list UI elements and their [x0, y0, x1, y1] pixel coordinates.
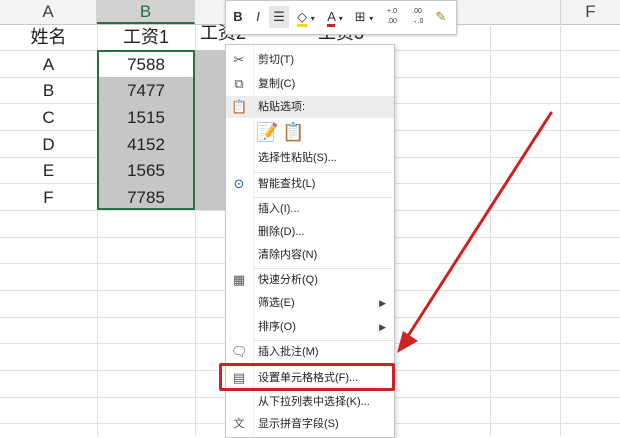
menu-item-paste-special[interactable]: 选择性粘贴(S)... [226, 147, 394, 169]
fill-color-icon: ◇ [297, 9, 308, 27]
menu-item-label: 从下拉列表中选择(K)... [258, 396, 370, 408]
menu-item-label: 复制(C) [258, 78, 296, 90]
menu-item-label: 插入批注(M) [258, 346, 319, 358]
comment-icon: 🗨 [231, 344, 248, 359]
borders-icon: ⊞ [354, 9, 366, 24]
chevron-down-icon: ▾ [369, 14, 374, 23]
header-cell-name[interactable]: 姓名 [0, 24, 97, 50]
menu-item-label: 删除(D)... [258, 226, 305, 238]
smart-lookup-icon: ⊙ [233, 176, 245, 191]
menu-item-insert-comment[interactable]: 🗨 插入批注(M) [226, 341, 394, 363]
menu-item-copy[interactable]: ⧉ 复制(C) [226, 73, 394, 95]
menu-item-quick-analysis[interactable]: ▦ 快速分析(Q) [226, 269, 394, 291]
menu-item-label: 筛选(E) [258, 297, 295, 309]
menu-item-label: 剪切(T) [258, 54, 295, 66]
highlight-box [219, 363, 395, 391]
format-painter-icon: ✎ [435, 9, 447, 24]
table-cell-salary1[interactable]: 7477 [97, 78, 195, 104]
menu-item-paste-options: 📋 粘贴选项: [226, 96, 394, 118]
menu-item-label: 显示拼音字段(S) [258, 418, 339, 430]
table-cell-name[interactable]: A [0, 52, 97, 78]
grid-line [490, 24, 491, 436]
mini-toolbar: B I ☰ ◇ ▾ A ▾ ⊞ ▾ +.0 .00 .00 →.0 ✎ [225, 0, 457, 35]
menu-item-label: 排序(O) [258, 321, 296, 333]
menu-item-show-phonetic[interactable]: 文 显示拼音字段(S) [226, 413, 394, 435]
grid-line [560, 24, 561, 436]
menu-item-insert[interactable]: 插入(I)... [226, 198, 394, 220]
table-cell-salary1[interactable]: 7785 [97, 185, 195, 211]
copy-icon: ⧉ [234, 76, 244, 91]
menu-item-cut[interactable]: ✂ 剪切(T) [226, 49, 394, 71]
increase-decimal-button[interactable]: +.0 .00 [381, 6, 403, 29]
table-cell-salary1[interactable]: 1515 [97, 105, 195, 131]
table-cell-name[interactable]: E [0, 158, 97, 184]
menu-item-label: 插入(I)... [258, 203, 300, 215]
table-cell-salary1[interactable]: 4152 [97, 132, 195, 158]
quick-analysis-icon: ▦ [232, 272, 246, 287]
table-cell-name[interactable]: B [0, 78, 97, 104]
phonetic-icon: 文 [233, 418, 245, 430]
table-cell-name[interactable]: D [0, 132, 97, 158]
table-cell-name[interactable]: C [0, 105, 97, 131]
column-header-f[interactable]: F [560, 0, 620, 24]
paste-keep-source-icon[interactable]: 📝 [256, 121, 278, 143]
menu-item-filter[interactable]: 筛选(E) ▶ [226, 292, 394, 314]
borders-button[interactable]: ⊞ ▾ [351, 6, 377, 28]
table-cell-salary1[interactable]: 1565 [97, 158, 195, 184]
submenu-arrow-icon: ▶ [379, 322, 386, 332]
menu-item-pick-from-list[interactable]: 从下拉列表中选择(K)... [226, 391, 394, 413]
font-color-button[interactable]: A ▾ [323, 6, 347, 28]
menu-item-smart-lookup[interactable]: ⊙ 智能查找(L) [226, 173, 394, 195]
menu-item-label: 选择性粘贴(S)... [258, 152, 337, 164]
menu-item-label: 快速分析(Q) [258, 274, 318, 286]
paste-icon: 📋 [231, 99, 248, 114]
decrease-decimal-button[interactable]: .00 →.0 [406, 6, 428, 29]
menu-item-label: 智能查找(L) [258, 178, 316, 190]
menu-item-delete[interactable]: 删除(D)... [226, 221, 394, 243]
scissors-icon: ✂ [233, 52, 245, 67]
table-cell-name[interactable]: F [0, 185, 97, 211]
menu-item-clear-contents[interactable]: 清除内容(N) [226, 244, 394, 266]
paste-icon[interactable]: 📋 [282, 121, 304, 143]
italic-button[interactable]: I [250, 6, 266, 28]
bold-button[interactable]: B [230, 6, 246, 28]
header-cell-salary1[interactable]: 工资1 [97, 24, 195, 50]
table-cell-salary1[interactable]: 7588 [97, 52, 195, 78]
menu-item-label: 清除内容(N) [258, 249, 318, 261]
menu-item-sort[interactable]: 排序(O) ▶ [226, 316, 394, 338]
align-center-button[interactable]: ☰ [269, 6, 289, 28]
submenu-arrow-icon: ▶ [379, 298, 386, 308]
align-icon: ☰ [273, 9, 285, 24]
fill-color-button[interactable]: ◇ ▾ [293, 6, 319, 28]
menu-item-label: 粘贴选项: [258, 101, 306, 113]
font-color-icon: A [327, 9, 336, 27]
chevron-down-icon: ▾ [310, 14, 315, 23]
column-header-b[interactable]: B [97, 0, 195, 24]
column-header-a[interactable]: A [0, 0, 97, 24]
selection-column-c [195, 50, 225, 210]
chevron-down-icon: ▾ [338, 14, 343, 23]
format-painter-button[interactable]: ✎ [431, 6, 451, 28]
